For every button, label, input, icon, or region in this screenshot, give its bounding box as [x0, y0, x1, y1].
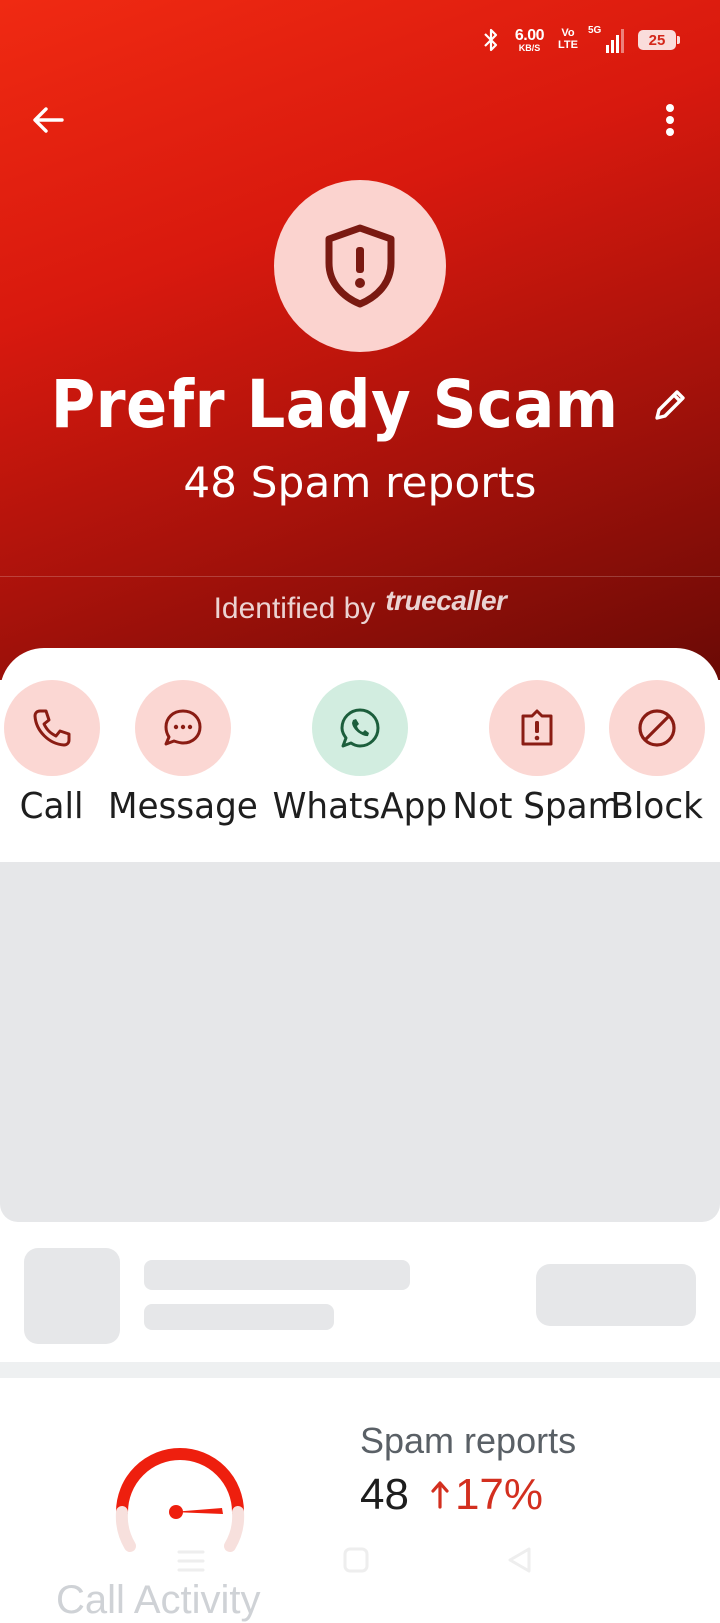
whatsapp-label: WhatsApp [272, 786, 448, 827]
block-label: Block [610, 786, 703, 827]
action-bar: Call Message WhatsApp Not Spam Block [0, 648, 720, 862]
home-nav-icon[interactable] [342, 1546, 370, 1574]
phone-icon [33, 709, 71, 747]
net-speed-value: 6.00 [514, 26, 545, 44]
network-speed: 6.00 KB/S [514, 26, 545, 53]
net-speed-unit: KB/S [518, 42, 541, 53]
edit-name-button[interactable] [646, 381, 694, 429]
call-button[interactable] [4, 680, 100, 776]
contact-name: Prefr Lady Scam [51, 366, 619, 443]
loading-placeholder-button [536, 1264, 696, 1326]
back-arrow-icon [33, 107, 64, 133]
header-divider [0, 576, 720, 577]
block-button[interactable] [608, 680, 705, 776]
message-icon [164, 709, 202, 746]
call-action[interactable]: Call [4, 680, 100, 827]
spam-report-count: 48 Spam reports [183, 458, 537, 507]
not-spam-icon [521, 709, 553, 746]
message-action[interactable]: Message [104, 680, 262, 827]
loading-placeholder-block [0, 862, 720, 1222]
bluetooth-icon [484, 28, 497, 52]
identified-by: Identified by truecaller [0, 585, 720, 626]
status-bar: 6.00 KB/S Vo LTE 5G 25 [481, 22, 680, 58]
not-spam-button[interactable] [488, 680, 585, 776]
battery-icon: 25 [638, 30, 680, 50]
call-label: Call [20, 786, 84, 827]
pencil-icon [654, 389, 685, 420]
whatsapp-icon [340, 708, 380, 748]
loading-placeholder-line [144, 1260, 410, 1290]
arrow-up-icon [431, 1481, 449, 1509]
block-icon [638, 709, 676, 747]
truecaller-logo: truecaller [385, 585, 507, 616]
not-spam-action[interactable]: Not Spam [448, 680, 625, 827]
signal-strength-icon: 5G [588, 25, 624, 53]
contact-name-row: Prefr Lady Scam [0, 366, 720, 443]
loading-placeholder-thumbnail [24, 1248, 120, 1344]
volte-indicator: Vo LTE [558, 28, 578, 51]
spam-avatar [274, 180, 446, 352]
spam-reports-stats: 48 17% [360, 1470, 543, 1520]
block-action[interactable]: Block [608, 680, 705, 827]
back-button[interactable] [26, 98, 70, 142]
volte-bottom: LTE [558, 39, 578, 51]
identified-label: Identified by [213, 592, 376, 625]
whatsapp-button[interactable] [311, 680, 408, 776]
spam-reports-change-value: 17% [454, 1470, 544, 1519]
more-vertical-icon [666, 104, 674, 136]
not-spam-label: Not Spam [452, 786, 621, 827]
shield-alert-icon [325, 224, 395, 308]
spam-reports-change: 17% [431, 1470, 543, 1520]
spam-reports-value: 48 [360, 1470, 409, 1519]
spam-reports-title: Spam reports [360, 1420, 577, 1461]
profile-header: 6.00 KB/S Vo LTE 5G 25 Prefr Lady Scam 4… [0, 0, 720, 680]
section-separator [0, 1362, 720, 1378]
message-button[interactable] [134, 680, 231, 776]
more-options-button[interactable] [650, 98, 690, 142]
call-activity-heading: Call Activity [56, 1578, 261, 1622]
menu-nav-icon[interactable] [176, 1548, 206, 1574]
back-nav-icon[interactable] [506, 1546, 534, 1574]
message-label: Message [107, 786, 258, 827]
whatsapp-action[interactable]: WhatsApp [268, 680, 452, 827]
network-type: 5G [588, 25, 602, 36]
battery-level: 25 [648, 31, 666, 49]
loading-placeholder-line [144, 1304, 334, 1330]
